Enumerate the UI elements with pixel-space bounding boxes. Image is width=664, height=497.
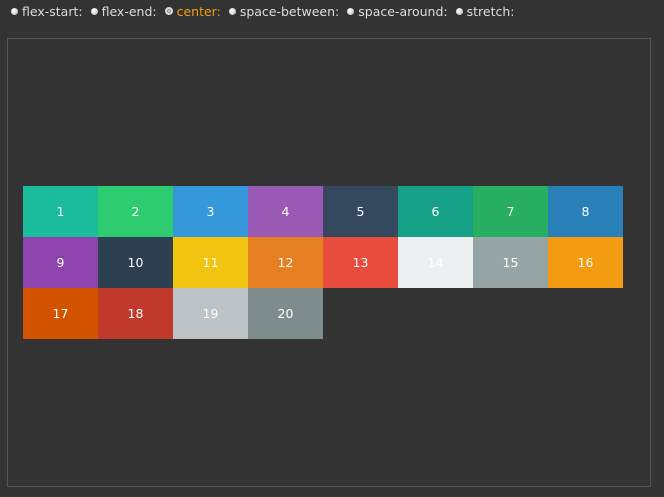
flex-item: 13 (323, 237, 398, 288)
flex-item: 8 (548, 186, 623, 237)
align-content-options: flex-start: flex-end: center: space-betw… (11, 3, 523, 19)
option-label: center: (176, 3, 221, 19)
flex-item: 4 (248, 186, 323, 237)
flex-item: 14 (398, 237, 473, 288)
flex-item: 15 (473, 237, 548, 288)
flex-item: 18 (98, 288, 173, 339)
option-center[interactable]: center: (164, 3, 221, 19)
option-space-between[interactable]: space-between: (228, 3, 340, 19)
flex-item: 16 (548, 237, 623, 288)
option-label: space-between: (239, 3, 340, 19)
flex-item: 10 (98, 237, 173, 288)
flex-item: 17 (23, 288, 98, 339)
flex-item: 3 (173, 186, 248, 237)
radio-button-icon[interactable] (90, 7, 98, 15)
option-space-around[interactable]: space-around: (347, 3, 448, 19)
option-label: flex-start: (22, 3, 83, 19)
flex-item: 1 (23, 186, 98, 237)
flex-item: 5 (323, 186, 398, 237)
flex-item: 19 (173, 288, 248, 339)
flex-item: 9 (23, 237, 98, 288)
radio-button-icon[interactable] (228, 7, 236, 15)
flex-container: 1 2 3 4 5 6 7 8 9 10 11 12 13 14 15 16 17 18 19 20 (7, 38, 651, 487)
flex-item: 6 (398, 186, 473, 237)
option-flex-start[interactable]: flex-start: (11, 4, 83, 19)
radio-button-selected-icon[interactable] (164, 7, 173, 15)
option-label: stretch: (466, 3, 515, 19)
option-stretch[interactable]: stretch: (455, 3, 515, 19)
radio-button-icon[interactable] (347, 7, 355, 15)
flex-item: 7 (473, 186, 548, 237)
option-flex-end[interactable]: flex-end: (90, 3, 157, 19)
flex-item: 11 (173, 237, 248, 288)
flex-item: 12 (248, 237, 323, 288)
radio-button-icon[interactable] (11, 7, 18, 15)
radio-button-icon[interactable] (455, 7, 463, 15)
option-label: flex-end: (101, 3, 157, 19)
box-grid: 1 2 3 4 5 6 7 8 9 10 11 12 13 14 15 16 17 18 19 20 (23, 186, 623, 339)
option-label: space-around: (358, 3, 448, 19)
flex-item: 20 (248, 288, 323, 339)
flex-item: 2 (98, 186, 173, 237)
